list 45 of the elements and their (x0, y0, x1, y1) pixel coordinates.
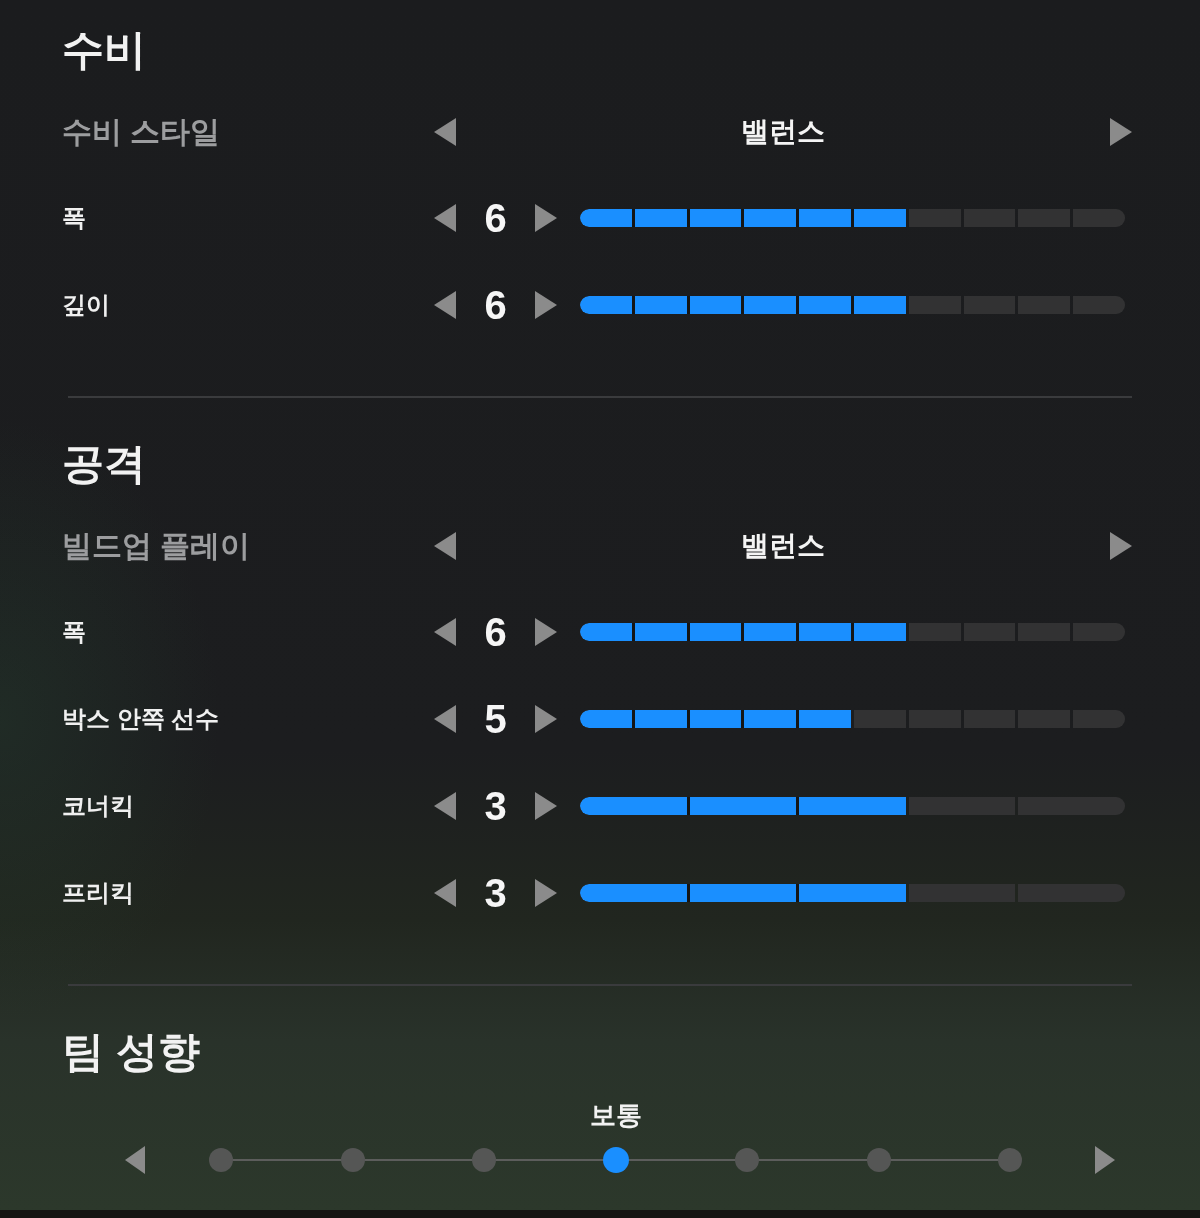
right-arrow-icon[interactable] (1110, 532, 1132, 560)
style-label: 수비 스타일 (62, 113, 221, 150)
style-value: 밸런스 (741, 529, 825, 563)
left-arrow-icon[interactable] (434, 290, 456, 319)
left-arrow-icon[interactable] (434, 791, 456, 820)
setting-label: 박스 안쪽 선수 (62, 703, 220, 734)
right-arrow-icon[interactable] (535, 704, 557, 733)
right-arrow-icon[interactable] (535, 290, 557, 319)
slider-dot[interactable] (602, 1147, 629, 1173)
setting-label: 폭 (62, 202, 86, 233)
slider-dot[interactable] (209, 1148, 233, 1172)
left-arrow-icon[interactable] (434, 118, 456, 146)
setting-value: 6 (484, 197, 507, 238)
slider-dot[interactable] (998, 1148, 1022, 1172)
left-arrow-icon[interactable] (434, 532, 456, 560)
right-arrow-icon[interactable] (1110, 118, 1132, 146)
tendency-value: 보통 (589, 1098, 642, 1132)
setting-value: 3 (484, 872, 507, 913)
section-title: 공격 (62, 439, 146, 489)
right-arrow-icon[interactable] (535, 617, 557, 646)
setting-value: 5 (484, 698, 507, 739)
left-arrow-icon[interactable] (434, 617, 456, 646)
setting-value: 6 (484, 284, 507, 325)
left-arrow-icon[interactable] (125, 1146, 145, 1174)
slider-dot[interactable] (340, 1148, 365, 1172)
slider-dot[interactable] (866, 1148, 891, 1172)
setting-value: 3 (484, 785, 507, 826)
setting-label: 깊이 (62, 289, 110, 320)
style-value: 밸런스 (741, 115, 825, 149)
slider-dot[interactable] (735, 1148, 759, 1172)
section-title: 수비 (62, 25, 146, 75)
slider-dot[interactable] (472, 1148, 496, 1172)
right-arrow-icon[interactable] (1095, 1146, 1115, 1174)
section-title: 팀 성향 (62, 1027, 200, 1077)
right-arrow-icon[interactable] (535, 791, 557, 820)
setting-label: 프리킥 (62, 877, 134, 908)
right-arrow-icon[interactable] (535, 878, 557, 907)
setting-label: 코너킥 (62, 790, 134, 821)
style-label: 빌드업 플레이 (62, 527, 251, 564)
left-arrow-icon[interactable] (434, 704, 456, 733)
left-arrow-icon[interactable] (434, 878, 456, 907)
setting-value: 6 (484, 611, 507, 652)
setting-label: 폭 (62, 616, 86, 647)
left-arrow-icon[interactable] (434, 203, 456, 232)
right-arrow-icon[interactable] (535, 203, 557, 232)
